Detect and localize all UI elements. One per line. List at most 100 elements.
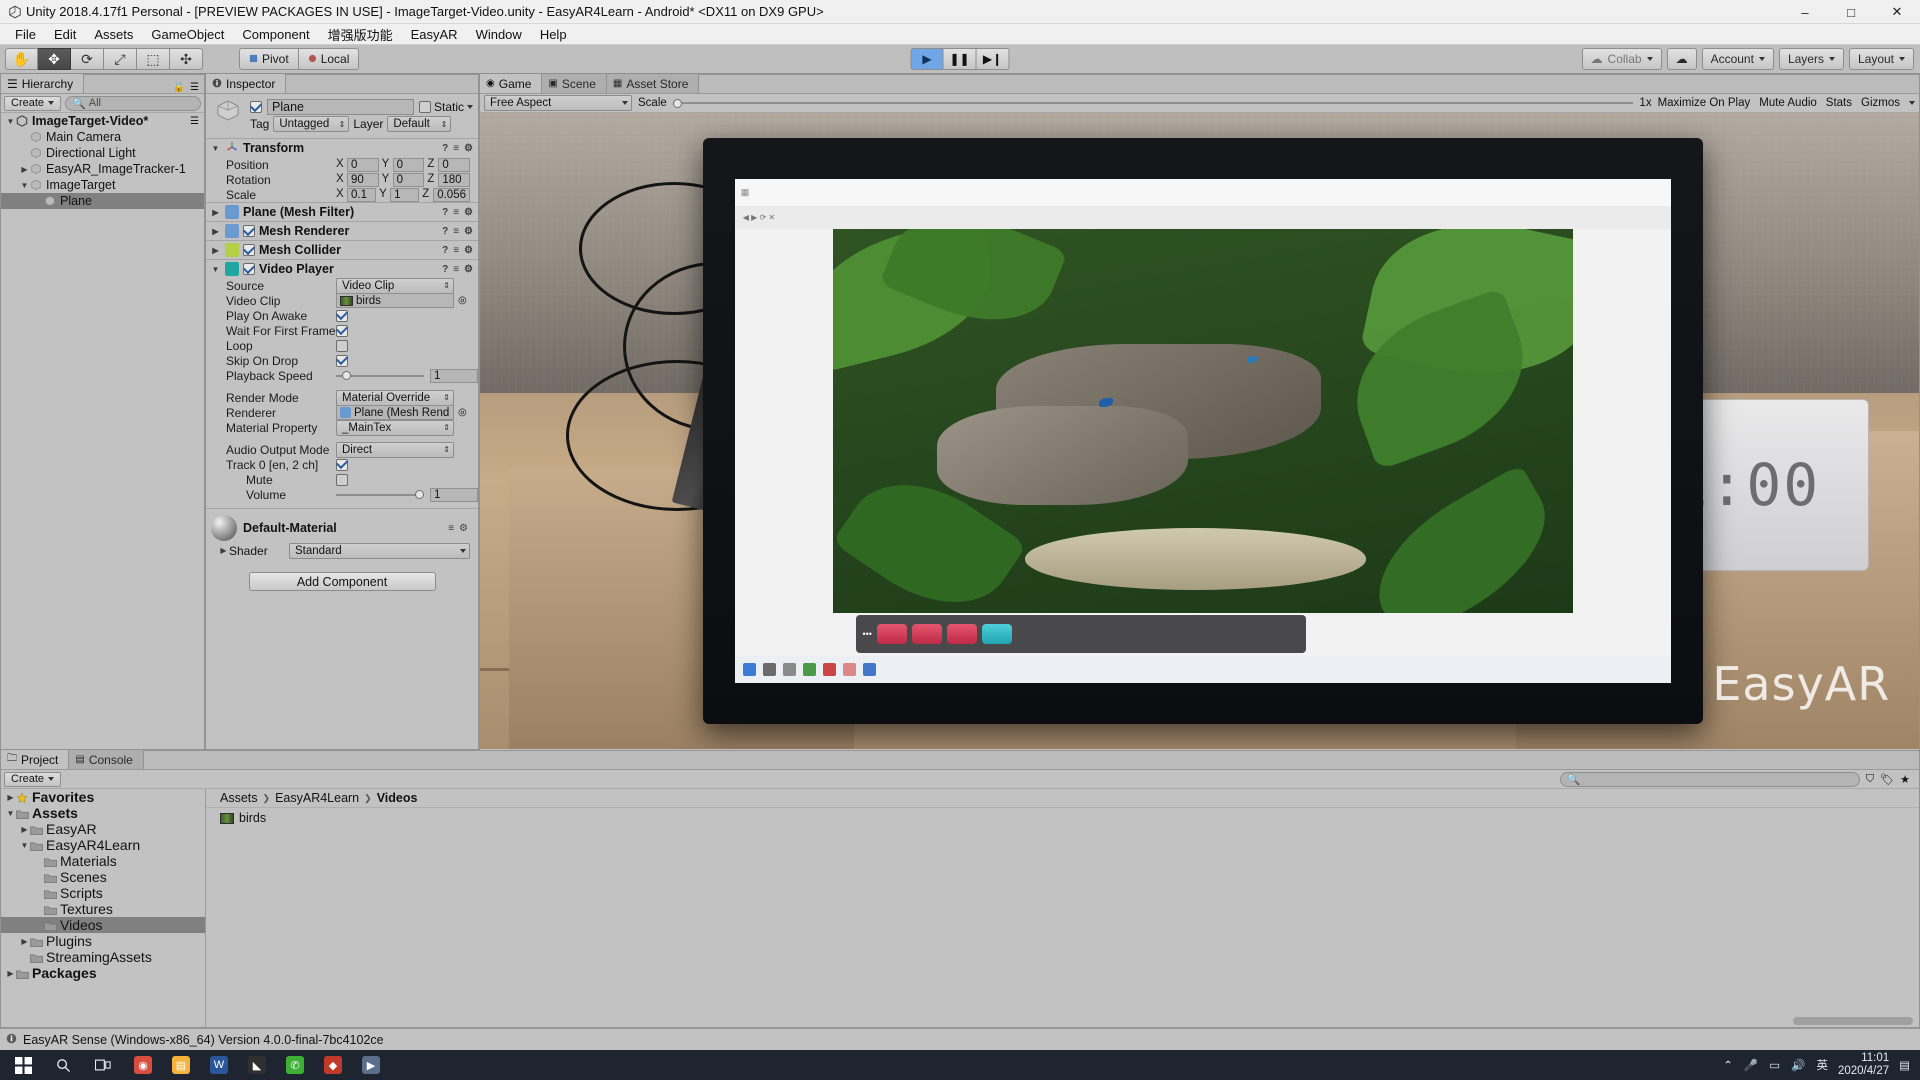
maximize-button[interactable]: □	[1828, 0, 1874, 24]
project-tree-item-6[interactable]: Scripts	[1, 885, 205, 901]
component-enabled-checkbox[interactable]	[243, 263, 255, 275]
preset-icon[interactable]: ≡	[448, 523, 454, 534]
gameobject-name-input[interactable]: Plane	[267, 99, 414, 115]
vp-volume-slider[interactable]	[336, 488, 424, 502]
maximize-on-play-toggle[interactable]: Maximize On Play	[1658, 97, 1751, 109]
help-icon[interactable]: ?	[442, 207, 448, 218]
windows-start-icon[interactable]	[4, 1050, 42, 1080]
tab-scene[interactable]: ▣ Scene	[542, 74, 607, 93]
gear-icon[interactable]: ⚙	[464, 264, 473, 275]
preset-icon[interactable]: ≡	[453, 207, 459, 218]
transform-position-y-input[interactable]: 0	[392, 157, 425, 172]
object-picker-icon[interactable]: ◎	[458, 407, 467, 418]
transform-position-x-input[interactable]: 0	[347, 157, 379, 172]
transform-rotation-z-input[interactable]: 180	[438, 172, 471, 187]
mute-audio-toggle[interactable]: Mute Audio	[1759, 97, 1817, 109]
preset-icon[interactable]: ≡	[453, 143, 459, 154]
menu-item-5[interactable]: 增强版功能	[319, 23, 402, 46]
word-icon[interactable]: W	[200, 1050, 238, 1080]
project-tree-item-4[interactable]: Materials	[1, 853, 205, 869]
breadcrumb-item-0[interactable]: Assets	[220, 791, 258, 805]
chevron-down-icon[interactable]: ▼	[19, 181, 30, 190]
preset-icon[interactable]: ≡	[453, 226, 459, 237]
hierarchy-item-5[interactable]: Plane	[1, 193, 204, 209]
gear-icon[interactable]: ⚙	[459, 523, 468, 534]
vp-renderer-field[interactable]: Plane (Mesh Rend	[336, 405, 454, 420]
chevron-right-icon[interactable]: ▶	[5, 793, 16, 802]
component-enabled-checkbox[interactable]	[243, 225, 255, 237]
tag-dropdown[interactable]: Untagged ⇕	[273, 116, 350, 132]
project-tree-item-7[interactable]: Textures	[1, 901, 205, 917]
chevron-right-icon[interactable]: ▶	[19, 825, 30, 834]
label-icon[interactable]: 🏷	[1880, 773, 1894, 786]
hierarchy-menu-icon[interactable]: ☰	[190, 82, 199, 93]
unity-icon[interactable]: ◣	[238, 1050, 276, 1080]
lock-icon[interactable]: 🔒	[173, 82, 185, 93]
menu-item-3[interactable]: GameObject	[142, 25, 233, 44]
hand-tool-icon[interactable]: ✋	[5, 48, 38, 70]
gizmos-dropdown[interactable]: Gizmos	[1861, 97, 1900, 109]
battery-icon[interactable]: ▭	[1769, 1058, 1780, 1072]
transform-rotation-x-input[interactable]: 90	[347, 172, 379, 187]
slider-knob[interactable]	[415, 490, 424, 499]
pivot-button[interactable]: Pivot	[239, 48, 299, 70]
task-view-icon[interactable]	[84, 1050, 122, 1080]
shader-dropdown[interactable]: Standard	[289, 542, 470, 559]
search-icon[interactable]	[44, 1050, 82, 1080]
game-view-canvas[interactable]: 1:00 ▦ ◀ ▶ ⟳ ✕ ••• EasyAR	[480, 113, 1919, 749]
project-tree-item-11[interactable]: ▶ Packages	[1, 965, 205, 981]
project-search-input[interactable]: 🔍	[1559, 771, 1860, 787]
component-header-mesh-collider[interactable]: ▶ Mesh Collider? ≡ ⚙	[206, 240, 478, 259]
horizontal-scrollbar[interactable]	[1793, 1017, 1913, 1025]
chevron-right-icon[interactable]: ▶	[210, 208, 221, 217]
rect-tool-icon[interactable]: ⬚	[137, 48, 170, 70]
help-icon[interactable]: ?	[442, 264, 448, 275]
vp-play-on-awake-checkbox[interactable]	[336, 309, 348, 322]
chevron-right-icon[interactable]: ▶	[5, 969, 16, 978]
static-checkbox[interactable]	[418, 101, 431, 113]
tab-hierarchy[interactable]: ☰ Hierarchy	[1, 74, 85, 93]
preset-icon[interactable]: ≡	[453, 264, 459, 275]
chevron-down-icon[interactable]: ▼	[210, 144, 221, 153]
hierarchy-item-3[interactable]: ▶ EasyAR_ImageTracker-1	[1, 161, 204, 177]
project-tree-item-2[interactable]: ▶ EasyAR	[1, 821, 205, 837]
project-tree-item-9[interactable]: ▶ Plugins	[1, 933, 205, 949]
gameobject-enabled-checkbox[interactable]	[250, 101, 262, 113]
breadcrumb-item-2[interactable]: Videos	[377, 791, 418, 805]
microphone-icon[interactable]: 🎤	[1744, 1058, 1758, 1072]
component-header-plane-mesh-filter[interactable]: ▶ Plane (Mesh Filter)? ≡ ⚙	[206, 202, 478, 221]
filter-icon[interactable]: ⛉	[1866, 773, 1874, 786]
hierarchy-item-2[interactable]: Directional Light	[1, 145, 204, 161]
vp-material-property-dropdown[interactable]: _MainTex ⇕	[336, 419, 454, 436]
chevron-down-icon[interactable]: ▼	[210, 265, 221, 274]
object-picker-icon[interactable]: ◎	[458, 295, 467, 306]
layout-button[interactable]: Layout	[1848, 48, 1914, 70]
transform-scale-x-input[interactable]: 0.1	[347, 187, 377, 202]
tab-project[interactable]: 🗀 Project	[1, 750, 70, 769]
material-header[interactable]: Default-Material ≡ ⚙	[206, 508, 478, 543]
tab-console[interactable]: ▤ Console	[69, 750, 144, 769]
taskbar-clock[interactable]: 11:01 2020/4/27	[1838, 1052, 1889, 1078]
stats-toggle[interactable]: Stats	[1826, 97, 1852, 109]
project-tree-item-10[interactable]: StreamingAssets	[1, 949, 205, 965]
chevron-up-icon[interactable]: ⌃	[1723, 1058, 1733, 1072]
vp-audio-output-mode-dropdown[interactable]: Direct ⇕	[336, 441, 454, 458]
transform-scale-y-input[interactable]: 1	[390, 187, 420, 202]
close-button[interactable]: ✕	[1874, 0, 1920, 24]
vp-track-0-checkbox[interactable]	[336, 458, 348, 471]
cloud-button[interactable]: ☁	[1666, 48, 1697, 70]
menu-item-7[interactable]: Window	[467, 25, 531, 44]
hierarchy-create-button[interactable]: Create	[4, 95, 62, 111]
menu-item-2[interactable]: Assets	[85, 25, 142, 44]
transform-tool-icon[interactable]: ✣	[170, 48, 203, 70]
menu-item-1[interactable]: Edit	[45, 25, 85, 44]
transform-scale-z-input[interactable]: 0.056	[433, 187, 470, 202]
hierarchy-search-input[interactable]: 🔍 All	[65, 95, 201, 111]
hierarchy-item-4[interactable]: ▼ ImageTarget	[1, 177, 204, 193]
notification-icon[interactable]: ▤	[1899, 1058, 1910, 1072]
hierarchy-item-1[interactable]: Main Camera	[1, 129, 204, 145]
vp-mute-checkbox[interactable]	[336, 473, 348, 486]
chevron-down-icon[interactable]: ▼	[19, 841, 30, 850]
chrome-icon[interactable]: ◉	[124, 1050, 162, 1080]
vp-wait-for-first-frame-checkbox[interactable]	[336, 324, 348, 337]
